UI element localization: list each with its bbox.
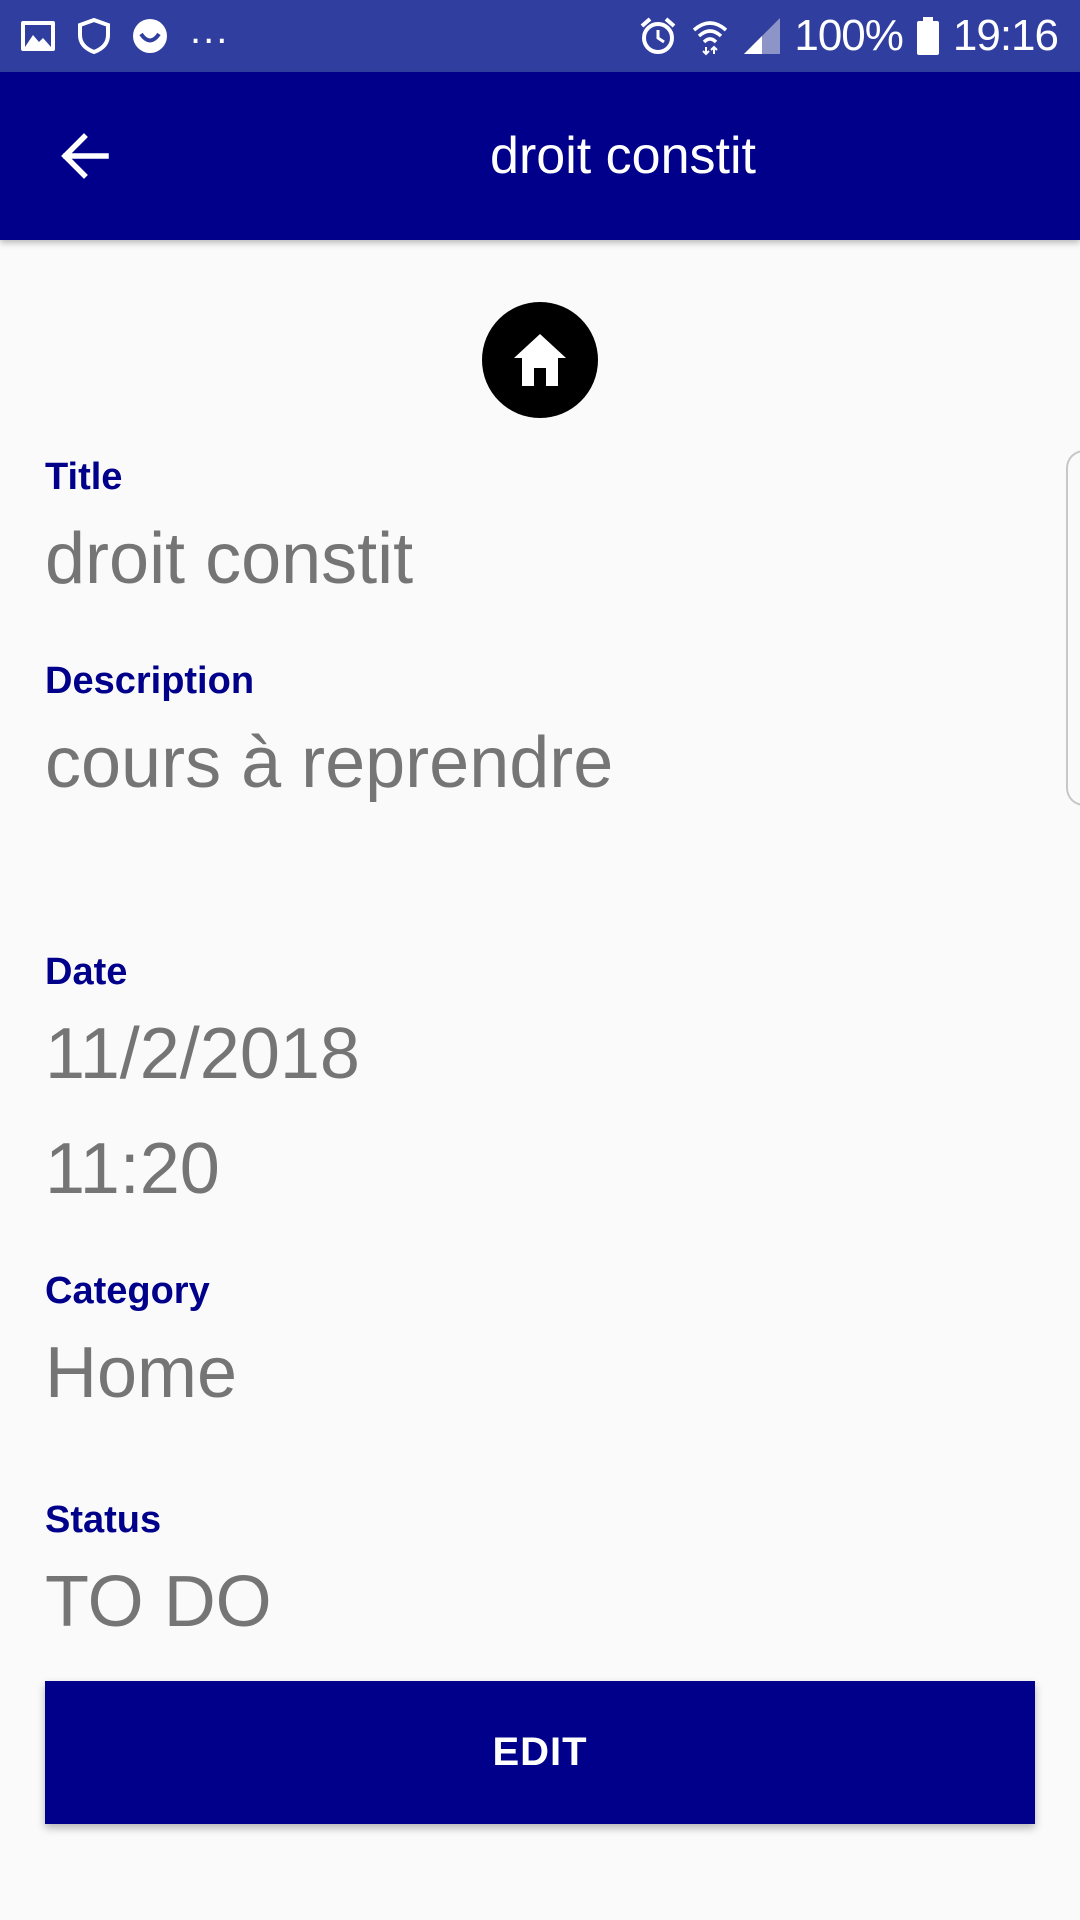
face-icon — [130, 16, 170, 56]
date-label: Date — [45, 951, 128, 993]
description-label: Description — [45, 660, 255, 702]
status-bar-notifications: ... — [18, 10, 229, 56]
image-icon — [18, 16, 58, 56]
home-icon — [514, 334, 566, 386]
status-label: Status — [45, 1499, 162, 1541]
page-title: droit constit — [490, 127, 756, 185]
status-bar-system: 100% 19:16 — [638, 11, 1059, 61]
app-bar: droit constit — [0, 72, 1080, 240]
wifi-icon — [690, 16, 730, 56]
description-value: cours à reprendre — [45, 723, 614, 803]
status-overflow: ... — [190, 8, 230, 52]
category-label: Category — [45, 1270, 210, 1312]
battery-icon — [915, 16, 941, 56]
status-value: TO DO — [45, 1562, 272, 1642]
scroll-edge-indicator — [1066, 450, 1080, 806]
status-time: 19:16 — [952, 11, 1059, 60]
category-value: Home — [45, 1333, 238, 1413]
time-value: 11:20 — [45, 1129, 220, 1209]
date-value: 11/2/2018 — [45, 1014, 360, 1094]
status-bar: ... 100% 19:16 — [0, 0, 1080, 72]
title-label: Title — [45, 456, 123, 498]
edit-button[interactable]: EDIT — [45, 1681, 1035, 1824]
category-avatar — [482, 302, 598, 418]
shield-icon — [74, 16, 114, 56]
title-value: droit constit — [45, 519, 414, 599]
alarm-icon — [638, 16, 678, 56]
battery-level: 100% — [794, 11, 904, 60]
task-detail-screen: ... 100% 19:16 droit constit Title droit… — [0, 0, 1080, 1920]
signal-icon — [742, 16, 782, 56]
